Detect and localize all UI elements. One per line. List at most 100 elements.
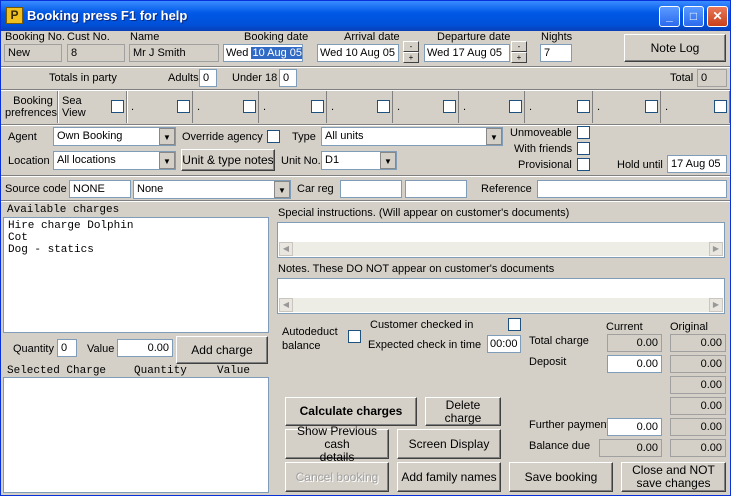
cust-no-field: 8 (67, 44, 125, 62)
scroll-left-icon[interactable]: ◀ (279, 242, 293, 256)
nights-field[interactable]: 7 (540, 44, 572, 62)
booking-preferences-label: Booking prefrences (5, 95, 57, 119)
expected-checkin-field[interactable]: 00:00 (487, 335, 521, 353)
departure-spin-up[interactable]: - (511, 41, 527, 52)
hold-until-field[interactable]: 17 Aug 05 (667, 155, 727, 173)
minimize-button[interactable]: _ (659, 6, 680, 27)
close-line2: save changes (636, 476, 711, 490)
chevron-down-icon: ▼ (274, 181, 290, 198)
departure-date-spinner[interactable]: - + (511, 41, 527, 63)
close-window-button[interactable]: ✕ (707, 6, 728, 27)
provisional-checkbox[interactable] (577, 158, 590, 171)
preference-checkbox[interactable] (509, 100, 522, 113)
booking-date-field[interactable]: Wed 10 Aug 05 (223, 44, 303, 62)
preference-cell: . (459, 91, 525, 123)
arrival-spin-up[interactable]: - (403, 41, 419, 52)
value-label: Value (87, 343, 115, 355)
agent-select[interactable]: Own Booking ▼ (53, 127, 176, 146)
list-item[interactable]: Hire charge Dolphin (8, 220, 264, 232)
reference-field[interactable] (537, 180, 727, 198)
adults-field[interactable]: 0 (199, 69, 217, 87)
quantity-field[interactable]: 0 (57, 339, 77, 357)
special-instructions-label: Special instructions. (Will appear on cu… (278, 207, 570, 219)
source-select[interactable]: None ▼ (133, 180, 291, 199)
under18-label: Under 18 (232, 72, 278, 84)
preference-checkbox[interactable] (177, 100, 190, 113)
notes-memo[interactable]: ◀ ▶ (277, 278, 725, 314)
unit-no-value: D1 (325, 154, 340, 166)
preference-dot: . (463, 101, 467, 113)
calculate-charges-button[interactable]: Calculate charges (285, 397, 417, 426)
value-field[interactable]: 0.00 (117, 339, 173, 357)
arrival-date-label: Arrival date (344, 31, 400, 43)
autodeduct-balance-label: Autodeduct balance (282, 325, 338, 353)
autodeduct-checkbox[interactable] (348, 330, 361, 343)
preference-checkbox[interactable] (577, 100, 590, 113)
scroll-right-icon[interactable]: ▶ (709, 298, 723, 312)
list-item[interactable]: Cot (8, 232, 264, 244)
location-select[interactable]: All locations ▼ (53, 151, 176, 170)
unmoveable-checkbox[interactable] (577, 126, 590, 139)
departure-day: Wed (427, 47, 450, 59)
car-reg-field-1[interactable] (340, 180, 402, 198)
unmoveable-label: Unmoveable (510, 127, 572, 139)
further-payment-field[interactable]: 0.00 (607, 418, 662, 436)
under18-field[interactable]: 0 (279, 69, 297, 87)
title-bar[interactable]: P Booking press F1 for help _ □ ✕ (1, 1, 730, 31)
override-agency-checkbox[interactable] (267, 130, 280, 143)
special-instructions-memo[interactable]: ◀ ▶ (277, 222, 725, 258)
horizontal-scrollbar[interactable]: ◀ ▶ (279, 298, 723, 312)
list-item[interactable]: Dog - statics (8, 244, 264, 256)
source-value: None (137, 183, 164, 195)
scroll-left-icon[interactable]: ◀ (279, 298, 293, 312)
save-booking-button[interactable]: Save booking (509, 462, 613, 492)
preference-checkbox[interactable] (243, 100, 256, 113)
scroll-right-icon[interactable]: ▶ (709, 242, 723, 256)
type-select[interactable]: All units ▼ (321, 127, 503, 146)
preference-cell: . (127, 91, 193, 123)
cancel-booking-button[interactable]: Cancel booking (285, 462, 389, 492)
delete-charge-button[interactable]: Delete charge (425, 397, 501, 426)
hold-until-label: Hold until (617, 159, 663, 171)
maximize-button[interactable]: □ (683, 6, 704, 27)
preference-checkbox[interactable] (443, 100, 456, 113)
arrival-date-field[interactable]: Wed 10 Aug 05 (317, 44, 399, 62)
unit-type-notes-button[interactable]: Unit & type notes (181, 149, 275, 171)
close-not-save-button[interactable]: Close and NOT save changes (621, 462, 726, 492)
location-label: Location (8, 155, 50, 167)
departure-spin-down[interactable]: + (511, 52, 527, 63)
add-family-names-button[interactable]: Add family names (397, 462, 501, 492)
total-charge-label: Total charge (529, 335, 589, 347)
preference-dot: . (263, 101, 267, 113)
preference-checkbox[interactable] (645, 100, 658, 113)
booking-window: P Booking press F1 for help _ □ ✕ Bookin… (0, 0, 731, 496)
balance-due-label: Balance due (529, 440, 591, 452)
customer-checked-in-checkbox[interactable] (508, 318, 521, 331)
preference-checkbox[interactable] (311, 100, 324, 113)
screen-display-button[interactable]: Screen Display (397, 429, 501, 459)
preference-checkbox[interactable] (377, 100, 390, 113)
arrival-date-spinner[interactable]: - + (403, 41, 419, 63)
name-label: Name (130, 31, 160, 43)
booking-day: Wed (226, 47, 249, 59)
source-code-field[interactable]: NONE (69, 180, 131, 198)
car-reg-field-2[interactable] (405, 180, 467, 198)
provisional-label: Provisional (518, 159, 572, 171)
unit-no-select[interactable]: D1 ▼ (321, 151, 397, 170)
note-log-button[interactable]: Note Log (624, 34, 726, 62)
sea-view-line2: View (62, 107, 86, 119)
arrival-spin-down[interactable]: + (403, 52, 419, 63)
show-previous-cash-button[interactable]: Show Previous cash details (285, 424, 389, 463)
preference-checkbox[interactable] (714, 100, 727, 113)
selected-charges-list[interactable] (3, 377, 269, 493)
add-charge-button[interactable]: Add charge (176, 336, 268, 364)
with-friends-checkbox[interactable] (577, 142, 590, 155)
sea-view-checkbox[interactable] (111, 100, 124, 113)
horizontal-scrollbar[interactable]: ◀ ▶ (279, 242, 723, 256)
preference-dot: . (397, 101, 401, 113)
deposit-current[interactable]: 0.00 (607, 355, 662, 373)
chevron-down-icon: ▼ (159, 128, 175, 145)
pref-label-line1: Booking (13, 95, 53, 107)
available-charges-list[interactable]: Hire charge Dolphin Cot Dog - statics (3, 217, 269, 333)
departure-date-field[interactable]: Wed 17 Aug 05 (424, 44, 510, 62)
